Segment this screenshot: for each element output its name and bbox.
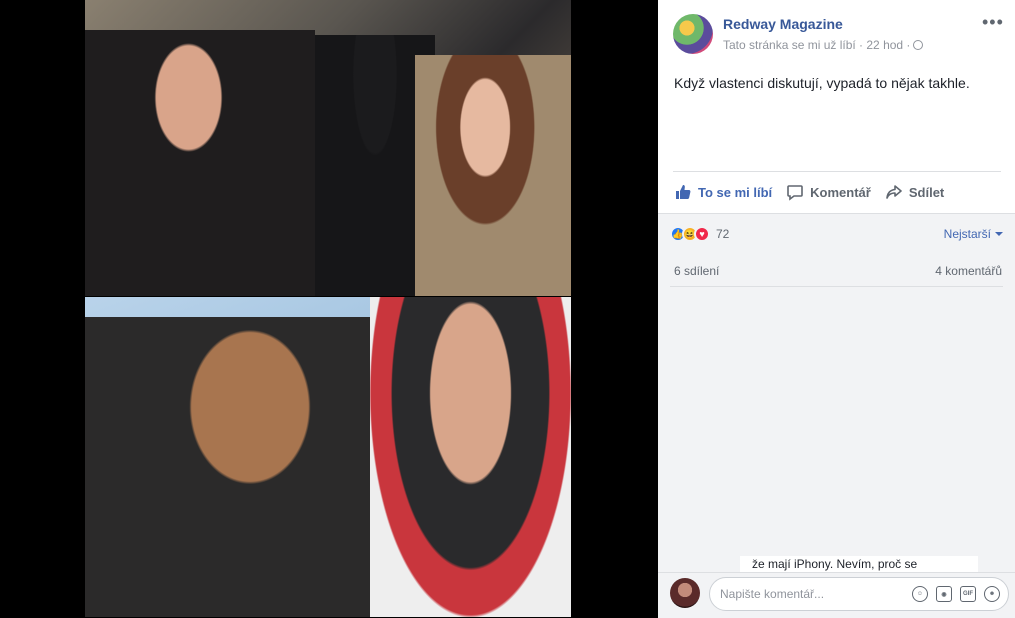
post-photo-top[interactable] [85,0,571,296]
camera-icon[interactable]: ◉ [936,586,952,602]
comment-button-label: Komentář [810,184,871,200]
post-actions-bar: To se mi líbí Komentář Sdílet [674,180,958,204]
actions-top-divider [673,171,1001,172]
photo-figure-biker [85,317,385,617]
more-options-icon[interactable]: ••• [982,12,1004,33]
reaction-love-icon: ♥ [694,226,710,242]
photo-figure-young-man [370,297,571,617]
comment-input[interactable]: Napište komentář... ☺ ◉ GIF ☻ [709,577,1009,611]
post-meta: Tato stránka se mi už líbí · 22 hod · [723,38,924,52]
comment-composer: Napište komentář... ☺ ◉ GIF ☻ [658,572,1015,618]
share-button-label: Sdílet [908,184,945,200]
globe-icon [913,40,924,50]
comment-button[interactable]: Komentář [786,183,871,201]
stats-divider [670,286,1003,287]
comment-sort-dropdown[interactable]: Nejstarší [944,227,1003,241]
post-meta-text: Tato stránka se mi už líbí · 22 hod · [723,38,911,52]
like-button-label: To se mi líbí [698,184,773,200]
sticker-icon[interactable]: ☻ [984,586,1000,602]
user-avatar [670,578,700,608]
like-button[interactable]: To se mi líbí [674,183,772,201]
reactions-summary[interactable]: 👍 😆 ♥ 72 [670,226,729,242]
page-name-link[interactable]: Redway Magazine [723,16,843,32]
share-icon [886,185,902,199]
shares-count-link[interactable]: 6 sdílení [674,264,719,278]
photo-viewer[interactable] [0,0,658,617]
comments-section: 👍 😆 ♥ 72 Nejstarší 6 sdílení 4 komentářů… [658,213,1015,618]
comment-sort-label: Nejstarší [943,227,991,241]
comment-preview-snippet: že mají iPhony. Nevím, proč se [740,556,978,572]
post-photo-bottom[interactable] [85,297,571,617]
post-side-panel: Redway Magazine Tato stránka se mi už lí… [658,0,1015,618]
chevron-down-icon [995,232,1003,236]
page-avatar[interactable] [673,14,713,54]
post-text: Když vlastenci diskutují, vypadá to něja… [674,75,970,91]
comment-icon [787,185,803,201]
like-icon [676,185,691,199]
reactions-count: 72 [716,227,730,241]
photo-figure-girl [415,55,571,296]
comments-count-link[interactable]: 4 komentářů [935,264,1002,278]
emoji-icon[interactable]: ☺ [912,586,928,602]
share-button[interactable]: Sdílet [885,183,944,201]
photo-figure-man [85,30,315,296]
gif-icon[interactable]: GIF [960,586,976,602]
composer-icons: ☺ ◉ GIF ☻ [904,586,1000,602]
comment-input-placeholder: Napište komentář... [720,587,825,601]
